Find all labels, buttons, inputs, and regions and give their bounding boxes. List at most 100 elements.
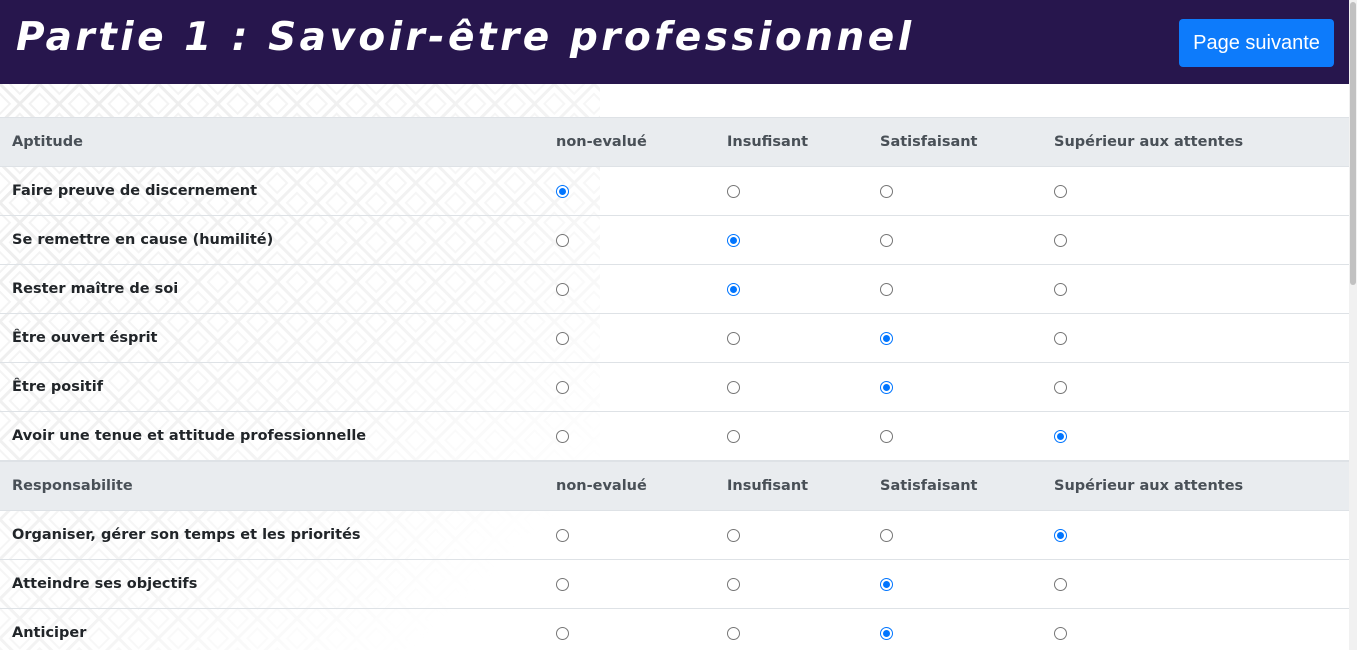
vertical-scrollbar[interactable]: [1349, 0, 1357, 650]
rating-cell: [880, 167, 893, 215]
rating-radio[interactable]: [880, 429, 893, 443]
rating-cell: [880, 216, 893, 264]
rating-radio[interactable]: [1054, 429, 1067, 443]
rating-cell: [727, 167, 740, 215]
rating-radio[interactable]: [1054, 184, 1067, 198]
rating-radio[interactable]: [880, 626, 893, 640]
rating-radio[interactable]: [727, 282, 740, 296]
section-title: Responsabilite: [12, 478, 133, 494]
rating-cell: [727, 609, 740, 650]
rating-radio[interactable]: [1054, 577, 1067, 591]
rating-radio[interactable]: [880, 380, 893, 394]
rating-cell: [556, 560, 569, 608]
table-row: Être ouvert ésprit: [0, 314, 1349, 363]
rating-radio[interactable]: [556, 626, 569, 640]
rating-cell: [556, 265, 569, 313]
table-row: Se remettre en cause (humilité): [0, 216, 1349, 265]
column-header: Supérieur aux attentes: [1054, 134, 1244, 150]
rating-cell: [1054, 314, 1067, 362]
criterion-label: Faire preuve de discernement: [12, 183, 258, 199]
evaluation-table: Aptitude non-evalué Insufisant Satisfaisant…: [0, 117, 1349, 650]
rating-radio[interactable]: [880, 331, 893, 345]
rating-radio[interactable]: [556, 282, 569, 296]
rating-cell: [556, 314, 569, 362]
rating-radio[interactable]: [727, 626, 740, 640]
rating-radio[interactable]: [727, 184, 740, 198]
rating-radio[interactable]: [1054, 331, 1067, 345]
rating-radio[interactable]: [727, 577, 740, 591]
column-header: Satisfaisant: [880, 134, 978, 150]
table-row: Avoir une tenue et attitude professionne…: [0, 412, 1349, 461]
rating-radio[interactable]: [556, 184, 569, 198]
table-row: Être positif: [0, 363, 1349, 412]
rating-cell: [727, 216, 740, 264]
page-title: Partie 1 : Savoir-être professionnel: [16, 15, 915, 60]
rating-cell: [1054, 167, 1067, 215]
table-row: Atteindre ses objectifs: [0, 560, 1349, 609]
rating-cell: [556, 609, 569, 650]
rating-radio[interactable]: [880, 528, 893, 542]
section-header-row: Responsabilite non-evalué Insufisant Satisf…: [0, 461, 1349, 511]
rating-cell: [1054, 511, 1067, 559]
rating-radio[interactable]: [727, 233, 740, 247]
rating-radio[interactable]: [556, 233, 569, 247]
column-header: Insufisant: [727, 478, 809, 494]
rating-radio[interactable]: [556, 577, 569, 591]
rating-cell: [1054, 609, 1067, 650]
criterion-label: Être ouvert ésprit: [12, 330, 158, 346]
rating-radio[interactable]: [727, 429, 740, 443]
rating-cell: [1054, 412, 1067, 460]
rating-cell: [880, 560, 893, 608]
scrollbar-thumb[interactable]: [1350, 2, 1356, 285]
evaluation-page: Partie 1 : Savoir-être professionnel Pag…: [0, 0, 1357, 650]
rating-radio[interactable]: [556, 528, 569, 542]
column-header: Satisfaisant: [880, 478, 978, 494]
rating-radio[interactable]: [727, 331, 740, 345]
table-row: Rester maître de soi: [0, 265, 1349, 314]
rating-radio[interactable]: [1054, 626, 1067, 640]
rating-radio[interactable]: [727, 380, 740, 394]
criterion-label: Anticiper: [12, 625, 87, 641]
rating-radio[interactable]: [880, 184, 893, 198]
rating-radio[interactable]: [880, 282, 893, 296]
rating-radio[interactable]: [727, 528, 740, 542]
page-header: Partie 1 : Savoir-être professionnel Pag…: [0, 0, 1349, 84]
rating-radio[interactable]: [556, 331, 569, 345]
rating-cell: [727, 560, 740, 608]
rating-radio[interactable]: [1054, 282, 1067, 296]
rating-radio[interactable]: [880, 577, 893, 591]
rating-radio[interactable]: [1054, 528, 1067, 542]
rating-cell: [1054, 560, 1067, 608]
section-header-row: Aptitude non-evalué Insufisant Satisfaisant…: [0, 117, 1349, 167]
rating-cell: [1054, 216, 1067, 264]
rating-cell: [556, 412, 569, 460]
rating-cell: [880, 412, 893, 460]
rating-cell: [556, 167, 569, 215]
rating-cell: [727, 363, 740, 411]
rating-cell: [880, 363, 893, 411]
next-page-button[interactable]: Page suivante: [1179, 19, 1334, 67]
rating-radio[interactable]: [556, 429, 569, 443]
criterion-label: Avoir une tenue et attitude professionne…: [12, 428, 367, 444]
criterion-label: Organiser, gérer son temps et les priori…: [12, 527, 361, 543]
column-header: Supérieur aux attentes: [1054, 478, 1244, 494]
rating-cell: [880, 511, 893, 559]
rating-cell: [880, 314, 893, 362]
rating-cell: [880, 265, 893, 313]
criterion-label: Être positif: [12, 379, 104, 395]
section-title: Aptitude: [12, 134, 83, 150]
table-row: Anticiper: [0, 609, 1349, 650]
rating-cell: [727, 511, 740, 559]
criterion-label: Se remettre en cause (humilité): [12, 232, 274, 248]
criterion-label: Rester maître de soi: [12, 281, 179, 297]
rating-radio[interactable]: [556, 380, 569, 394]
rating-cell: [727, 265, 740, 313]
rating-radio[interactable]: [1054, 380, 1067, 394]
rating-radio[interactable]: [1054, 233, 1067, 247]
rating-cell: [556, 511, 569, 559]
rating-cell: [1054, 363, 1067, 411]
column-header: non-evalué: [556, 134, 647, 150]
rating-cell: [556, 216, 569, 264]
rating-radio[interactable]: [880, 233, 893, 247]
rating-cell: [727, 412, 740, 460]
